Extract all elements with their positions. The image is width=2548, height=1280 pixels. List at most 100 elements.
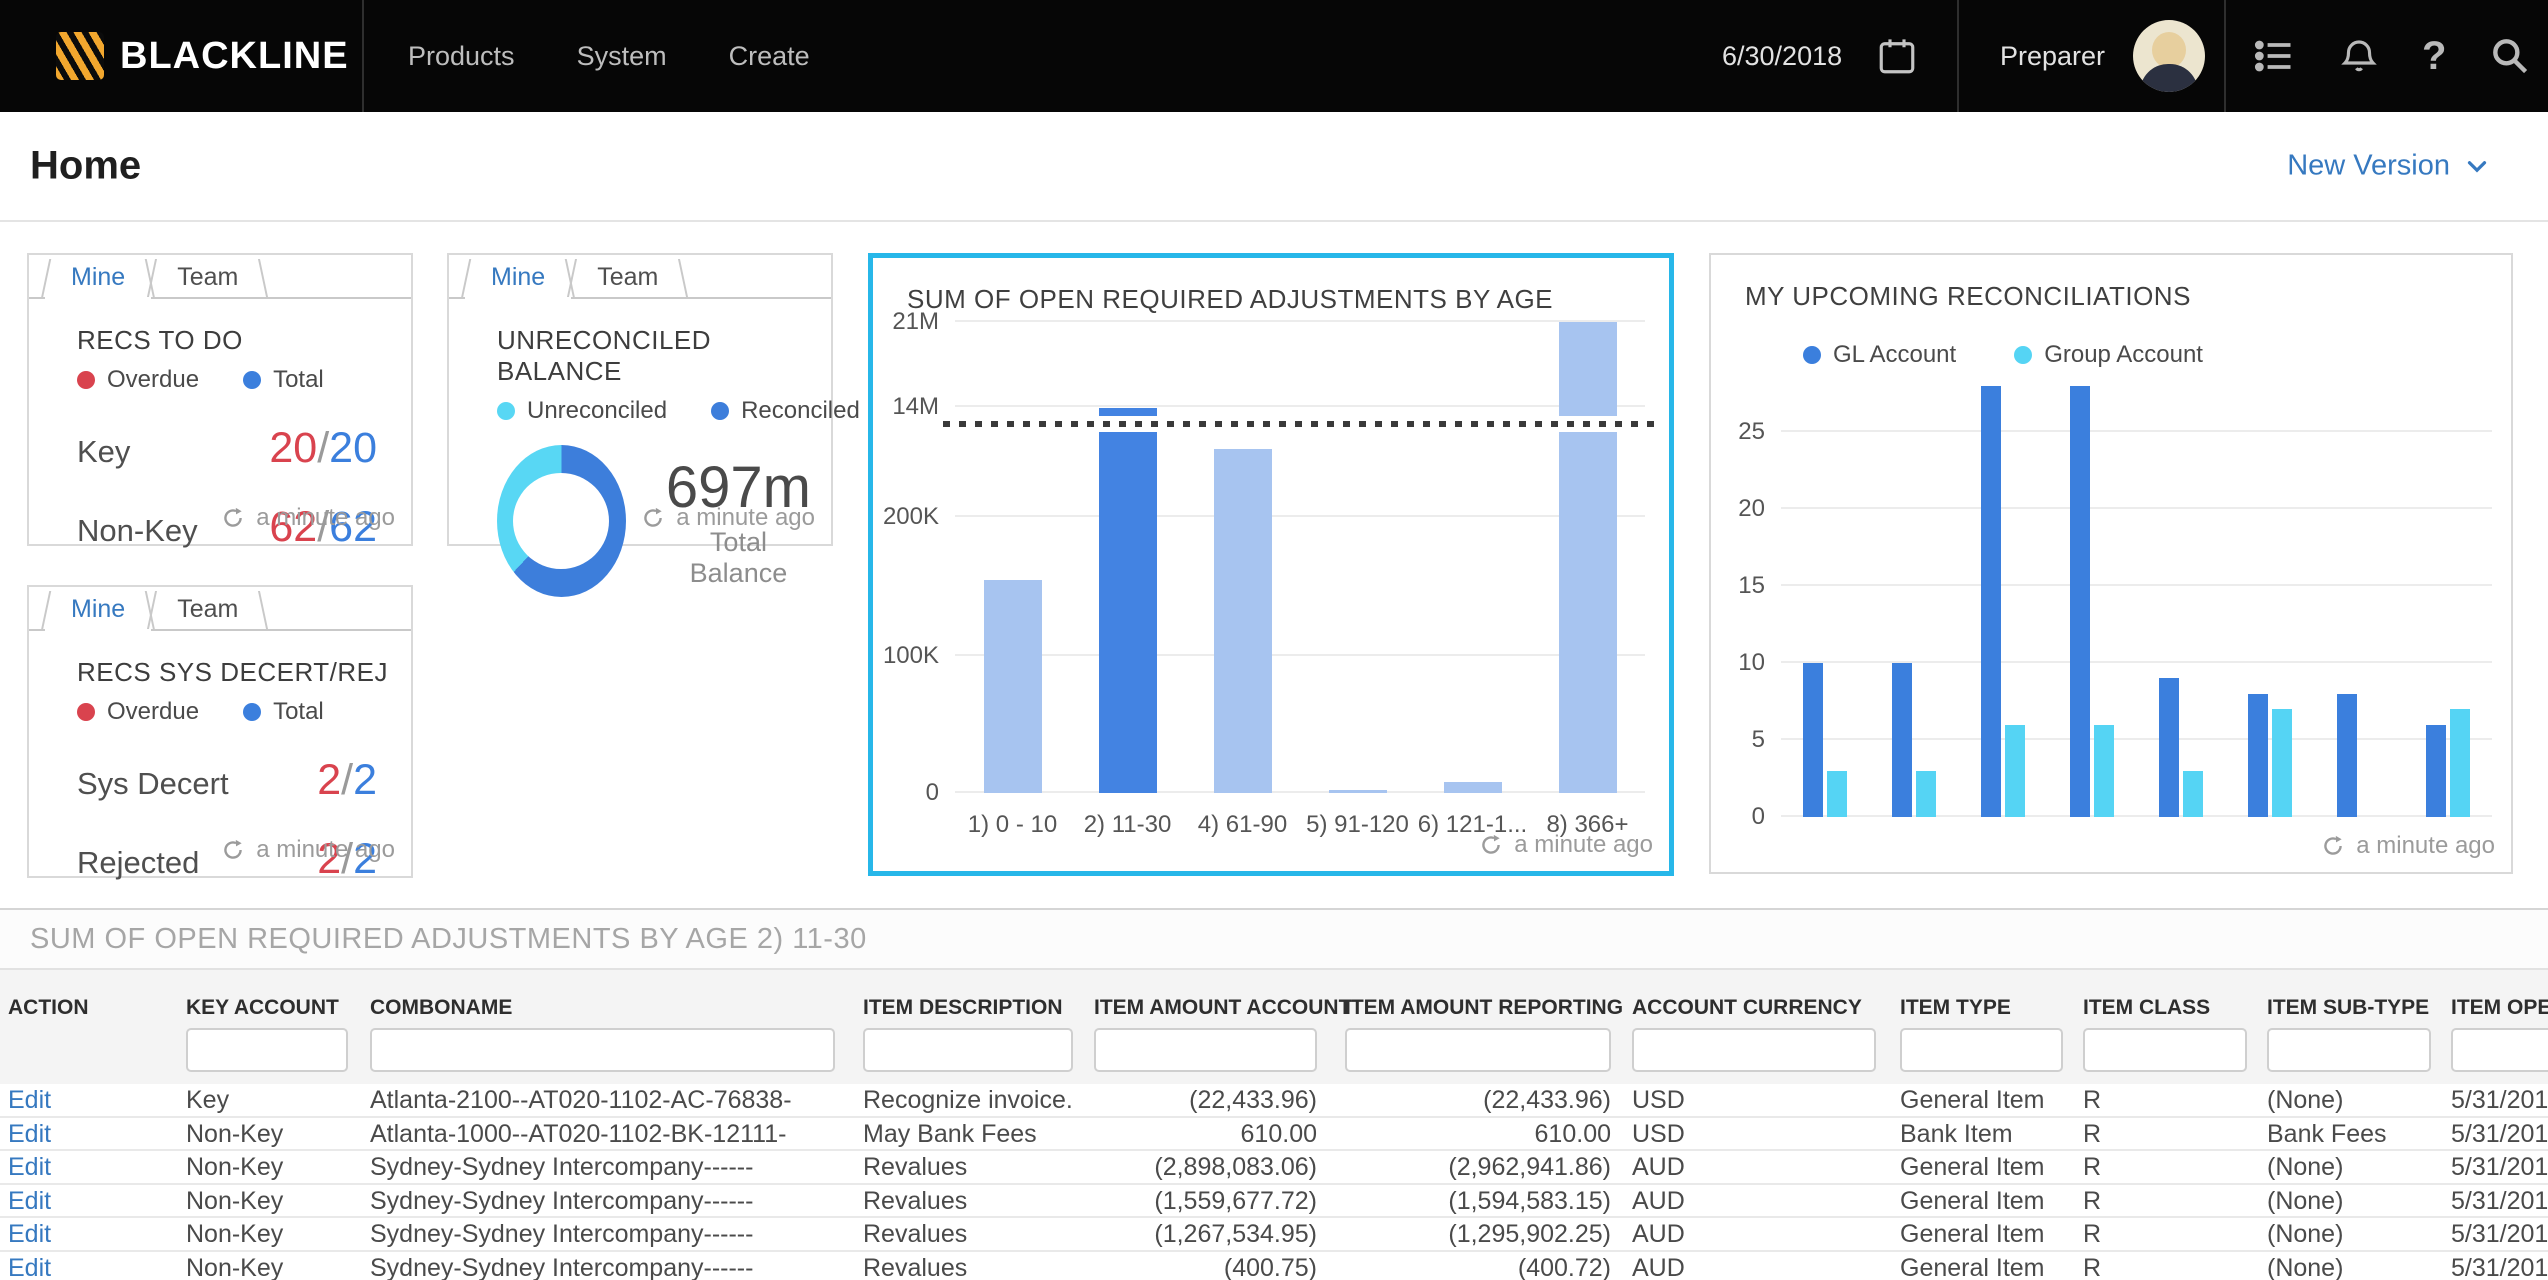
table-row[interactable]: EditNon-KeySydney-Sydney Intercompany---…: [0, 1252, 2548, 1280]
refresh-status[interactable]: a minute ago: [1478, 831, 1653, 859]
bar-2-11-30[interactable]: [1099, 408, 1157, 417]
bar-gl-account[interactable]: [1892, 663, 1912, 817]
table-row[interactable]: EditNon-Key Atlanta-1000--AT020-1102-BK-1…: [0, 1118, 2548, 1152]
bar-group-account[interactable]: [1827, 771, 1847, 817]
cell-item-description: Revalues: [863, 1218, 1073, 1250]
bar-group-account[interactable]: [2094, 725, 2114, 817]
cell-comboname: Atlanta-1000--AT020-1102-BK-12111-: [370, 1118, 835, 1150]
bar-gl-account[interactable]: [1981, 386, 2001, 817]
bar-group-account[interactable]: [2450, 709, 2470, 817]
filter-input-key-account[interactable]: [186, 1028, 348, 1072]
cell-item-class: R: [2083, 1118, 2247, 1150]
bar-group-account[interactable]: [2272, 709, 2292, 817]
stat-label: Rejected: [77, 845, 199, 881]
bar-group-account[interactable]: [2005, 725, 2025, 817]
filter-input-item-class[interactable]: [2083, 1028, 2247, 1072]
tab-mine[interactable]: Mine: [465, 255, 571, 299]
filter-input-item-amount-reporting[interactable]: [1345, 1028, 1611, 1072]
unreconciled-donut-chart[interactable]: [497, 445, 626, 597]
task-list-icon[interactable]: [2252, 34, 2296, 78]
column-header-item-amount-account: ITEM AMOUNT ACCOUNT: [1094, 996, 1351, 1020]
edit-link[interactable]: Edit: [8, 1151, 178, 1183]
cell-comboname: Sydney-Sydney Intercompany------: [370, 1252, 835, 1280]
bar-2-11-30[interactable]: [1099, 432, 1157, 793]
cell-item-description: Recognize invoice...: [863, 1084, 1073, 1116]
edit-link[interactable]: Edit: [8, 1185, 178, 1217]
refresh-status[interactable]: a minute ago: [220, 836, 395, 864]
cell-account-currency: AUD: [1632, 1185, 1876, 1217]
menu-item-system[interactable]: System: [577, 41, 667, 72]
bar-gl-account[interactable]: [2248, 694, 2268, 817]
edit-link[interactable]: Edit: [8, 1084, 178, 1116]
legend-item: Overdue: [77, 698, 199, 726]
menu-item-create[interactable]: Create: [729, 41, 810, 72]
tab-team[interactable]: Team: [151, 255, 264, 297]
filter-input-item-amount-account[interactable]: [1094, 1028, 1317, 1072]
tab-mine[interactable]: Mine: [45, 255, 151, 299]
refresh-status[interactable]: a minute ago: [640, 504, 815, 532]
y-axis-tick: 5: [1715, 726, 1765, 754]
user-avatar[interactable]: [2133, 20, 2205, 92]
x-axis-label: 2) 11-30: [1070, 811, 1185, 839]
edit-link[interactable]: Edit: [8, 1218, 178, 1250]
bar-group-account[interactable]: [1916, 771, 1936, 817]
user-role-menu[interactable]: Preparer: [2000, 0, 2205, 112]
cell-item-type: General Item: [1900, 1185, 2063, 1217]
bar-4-61-90[interactable]: [1214, 449, 1272, 793]
help-icon[interactable]: ?: [2422, 34, 2446, 79]
filter-input-item-sub-type[interactable]: [2267, 1028, 2431, 1072]
bar-gl-account[interactable]: [2426, 725, 2446, 817]
notifications-bell-icon[interactable]: [2338, 35, 2380, 77]
filter-input-item-type[interactable]: [1900, 1028, 2063, 1072]
cell-account-currency: USD: [1632, 1118, 1876, 1150]
widget-tabs: MineTeam: [29, 255, 411, 299]
bar-gl-account[interactable]: [1803, 663, 1823, 817]
blackline-logo[interactable]: BLACKLINE: [56, 0, 349, 112]
gridline: [955, 405, 1645, 407]
period-date-picker[interactable]: 6/30/2018: [1722, 0, 1918, 112]
edit-link[interactable]: Edit: [8, 1252, 178, 1280]
cell-key-account: Non-Key: [186, 1118, 348, 1150]
filter-input-account-currency[interactable]: [1632, 1028, 1876, 1072]
bar-1-0-10[interactable]: [984, 580, 1042, 793]
upcoming-plot-area: 0510152025: [1781, 355, 2492, 817]
search-icon[interactable]: [2488, 34, 2532, 78]
filter-input-item-description[interactable]: [863, 1028, 1073, 1072]
chart-adjustments-by-age[interactable]: SUM OF OPEN REQUIRED ADJUSTMENTS BY AGE …: [868, 253, 1674, 876]
table-row[interactable]: EditNon-KeySydney-Sydney Intercompany---…: [0, 1185, 2548, 1219]
bar-group-account[interactable]: [2183, 771, 2203, 817]
refresh-status[interactable]: a minute ago: [220, 504, 395, 532]
filter-input-comboname[interactable]: [370, 1028, 835, 1072]
table-row[interactable]: EditNon-KeySydney-Sydney Intercompany---…: [0, 1218, 2548, 1252]
cell-item-open-date: 5/31/2018: [2451, 1084, 2548, 1116]
bar-gl-account[interactable]: [2159, 678, 2179, 817]
bar-group-7: [2337, 694, 2381, 817]
calendar-icon[interactable]: [1876, 35, 1918, 77]
threshold-dotted-line: [943, 421, 1657, 427]
refresh-status[interactable]: a minute ago: [2320, 832, 2495, 860]
new-version-link[interactable]: New Version: [2287, 150, 2492, 183]
bar-5-91-120[interactable]: [1329, 790, 1387, 793]
y-axis-tick: 0: [1715, 803, 1765, 831]
refresh-icon: [220, 837, 246, 863]
bar-8-366-[interactable]: [1559, 432, 1617, 793]
bar-gl-account[interactable]: [2070, 386, 2090, 817]
top-navbar: BLACKLINE Products System Create 6/30/2018…: [0, 0, 2548, 112]
edit-link[interactable]: Edit: [8, 1118, 178, 1150]
y-axis-tick: 14M: [859, 393, 939, 421]
tab-mine[interactable]: Mine: [45, 587, 151, 631]
cell-item-amount-reporting: (1,594,583.15): [1345, 1185, 1611, 1217]
table-row[interactable]: EditKeyAtlanta-2100--AT020-1102-AC-76838…: [0, 1084, 2548, 1118]
tab-team[interactable]: Team: [151, 587, 264, 629]
legend-dot: [77, 703, 95, 721]
legend-label: Total: [273, 366, 324, 394]
cell-account-currency: AUD: [1632, 1218, 1876, 1250]
cell-key-account: Key: [186, 1084, 348, 1116]
bar-gl-account[interactable]: [2337, 694, 2357, 817]
bar-8-366-[interactable]: [1559, 322, 1617, 416]
bar-6-121-1-[interactable]: [1444, 782, 1502, 793]
tab-team[interactable]: Team: [571, 255, 684, 297]
menu-item-products[interactable]: Products: [408, 41, 515, 72]
filter-input-item-open-date[interactable]: [2451, 1028, 2548, 1072]
table-row[interactable]: EditNon-KeySydney-Sydney Intercompany---…: [0, 1151, 2548, 1185]
